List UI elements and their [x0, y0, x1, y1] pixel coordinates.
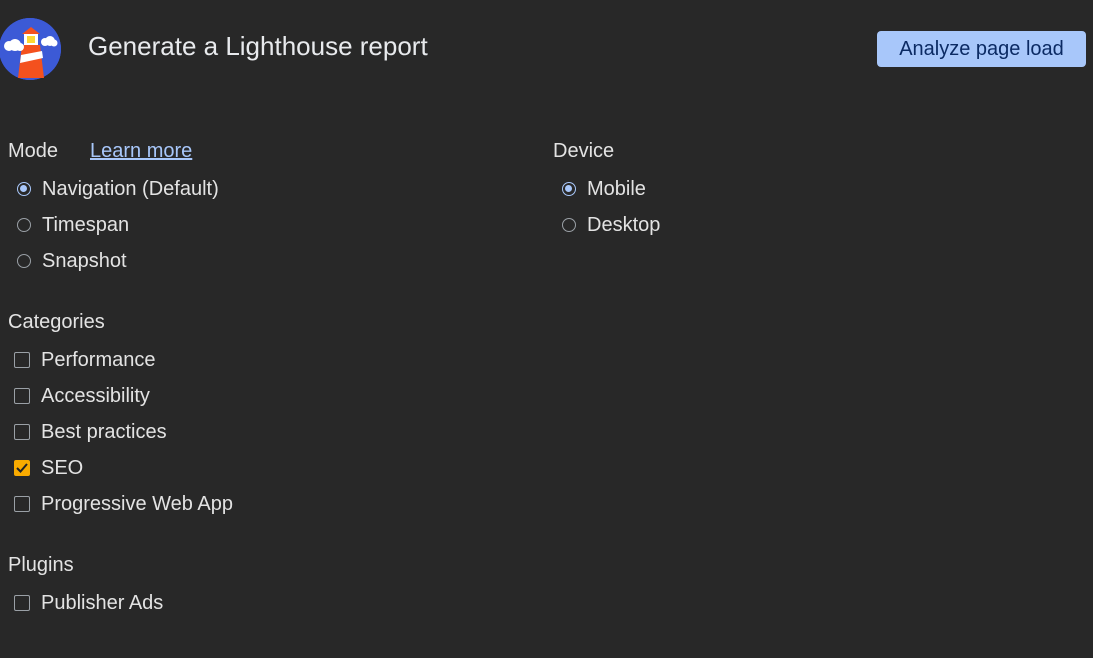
lighthouse-logo-icon	[0, 18, 61, 80]
checkbox-icon[interactable]	[14, 496, 30, 512]
mode-option-label: Snapshot	[42, 249, 127, 272]
category-best-practices[interactable]: Best practices	[14, 420, 167, 444]
category-seo[interactable]: SEO	[14, 456, 83, 480]
mode-option-label: Navigation (Default)	[42, 177, 219, 200]
mode-heading: Mode	[8, 140, 59, 162]
device-option-label: Mobile	[587, 177, 646, 200]
plugins-heading: Plugins	[8, 554, 74, 576]
radio-button-icon[interactable]	[17, 218, 31, 232]
category-label: Accessibility	[41, 384, 150, 407]
device-heading: Device	[553, 140, 615, 162]
plugin-label: Publisher Ads	[41, 591, 164, 614]
analyze-page-load-button[interactable]: Analyze page load	[877, 31, 1086, 67]
mode-option-label: Timespan	[42, 213, 130, 236]
categories-heading: Categories	[8, 311, 105, 333]
lighthouse-panel: Generate a Lighthouse report Analyze pag…	[0, 0, 1093, 658]
radio-button-icon[interactable]	[562, 182, 576, 196]
device-option-desktop[interactable]: Desktop	[562, 213, 660, 237]
device-option-mobile[interactable]: Mobile	[562, 177, 646, 201]
learn-more-link[interactable]: Learn more	[90, 140, 192, 163]
mode-option-snapshot[interactable]: Snapshot	[17, 249, 127, 273]
device-option-label: Desktop	[587, 213, 661, 236]
checkbox-icon[interactable]	[14, 595, 30, 611]
category-label: Progressive Web App	[41, 492, 233, 515]
radio-button-icon[interactable]	[17, 254, 31, 268]
category-label: SEO	[41, 456, 84, 479]
radio-button-icon[interactable]	[17, 182, 31, 196]
category-pwa[interactable]: Progressive Web App	[14, 492, 233, 516]
checkbox-icon[interactable]	[14, 352, 30, 368]
checkbox-icon[interactable]	[14, 388, 30, 404]
checkbox-checked-icon[interactable]	[14, 460, 30, 476]
page-title: Generate a Lighthouse report	[88, 31, 428, 61]
plugin-publisher-ads[interactable]: Publisher Ads	[14, 591, 163, 615]
checkbox-icon[interactable]	[14, 424, 30, 440]
mode-option-navigation[interactable]: Navigation (Default)	[17, 177, 219, 201]
category-performance[interactable]: Performance	[14, 348, 156, 372]
category-label: Performance	[41, 348, 156, 371]
radio-button-icon[interactable]	[562, 218, 576, 232]
category-label: Best practices	[41, 420, 167, 443]
category-accessibility[interactable]: Accessibility	[14, 384, 150, 408]
mode-option-timespan[interactable]: Timespan	[17, 213, 129, 237]
checkmark-icon	[16, 463, 28, 473]
